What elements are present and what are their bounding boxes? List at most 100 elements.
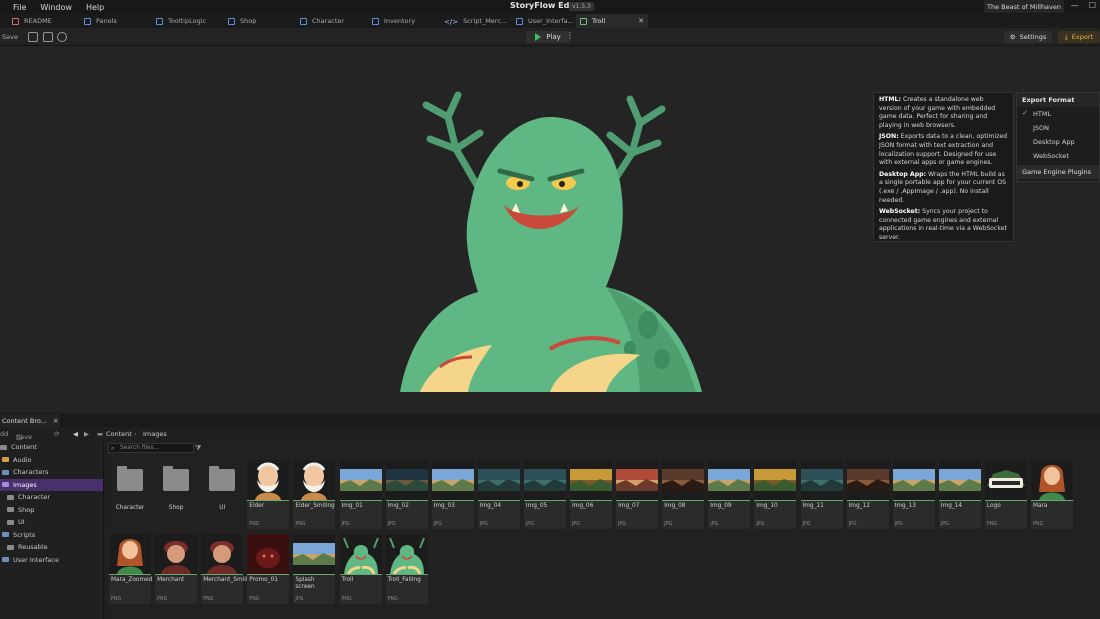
asset-tile[interactable]: Splash screen JPG [293,534,336,604]
tree-item-scripts[interactable]: Scripts [0,529,103,542]
asset-extension: PNG [249,597,260,602]
save-button[interactable]: Save [2,33,18,41]
asset-tile[interactable]: Logo PNG [984,460,1027,529]
back-icon[interactable]: ◀ [73,430,78,438]
editor-tab-bar: README Panels TooltipLogic Shop Characte… [0,14,1100,28]
tree-item-reusable[interactable]: Reusable [0,541,103,554]
asset-type-bar [570,500,612,501]
more-options-icon[interactable]: ⋮ [566,31,574,40]
folder-icon [2,557,9,563]
asset-tile[interactable]: Img_04 JPG [477,460,520,529]
asset-tile[interactable]: Img_12 JPG [846,460,889,529]
asset-tile[interactable]: Img_06 JPG [570,460,612,529]
export-button[interactable]: ⤓ Export [1058,31,1100,43]
tab-inventory[interactable]: Inventory [360,14,432,28]
menu-file[interactable]: File [6,3,33,12]
code-icon: </> [444,17,459,26]
asset-tile[interactable]: Img_05 JPG [523,460,566,529]
menu-window[interactable]: Window [33,3,79,12]
add-button[interactable]: dd [0,430,8,438]
export-option-desktop-app[interactable]: Desktop App [1017,135,1099,149]
menu-help[interactable]: Help [79,3,111,12]
asset-type-bar [385,574,428,575]
refresh-icon[interactable]: ⟳ [54,430,59,438]
tab-user-interface[interactable]: User_Interfa... [504,14,576,28]
tab-readme[interactable]: README [0,14,72,28]
asset-tile[interactable]: Merchant PNG [155,534,198,604]
tree-item-shop[interactable]: Shop [0,504,103,517]
tree-item-images[interactable]: Images [0,478,103,491]
tree-item-characters[interactable]: Characters [0,466,103,479]
asset-tile[interactable]: Img_11 JPG [800,460,843,529]
tree-item-content[interactable]: Content [0,441,103,454]
asset-type-bar [523,500,566,501]
breadcrumb-content[interactable]: Content [106,430,132,438]
tab-shop[interactable]: Shop [216,14,288,28]
asset-type-bar [247,574,290,575]
tab-panels[interactable]: Panels [72,14,144,28]
content-browser-tab[interactable]: Content Bro... ✕ [0,414,61,427]
close-icon[interactable]: ✕ [638,17,644,25]
folder-item[interactable]: Shop [155,460,197,526]
close-icon[interactable]: ✕ [53,417,58,425]
asset-tile[interactable]: Img_03 JPG [431,460,474,529]
minimize-icon[interactable]: — [1071,1,1079,10]
tree-item-ui[interactable]: UI [0,516,103,529]
tree-item-audio[interactable]: Audio [0,454,103,467]
asset-tile[interactable]: Img_02 JPG [385,460,428,529]
tree-item-user-interface[interactable]: User Interface [0,554,103,567]
asset-extension: JPG [525,522,534,527]
file-icon[interactable] [28,32,38,42]
asset-tile[interactable]: Img_09 JPG [708,460,751,529]
forward-icon[interactable]: ▶ [84,430,89,438]
tab-script-merchant[interactable]: </> Script_Merc... [432,14,507,28]
asset-tile[interactable]: Troll PNG [339,534,382,604]
asset-tile[interactable]: Mara PNG [1031,460,1073,529]
game-engine-plugins-item[interactable]: Game Engine Plugins [1017,165,1099,179]
asset-thumbnail [892,460,935,500]
asset-tile[interactable]: Img_14 JPG [938,460,981,529]
asset-extension: JPG [940,522,949,527]
play-button[interactable]: Play [526,31,570,43]
settings-button[interactable]: ⚙ Settings [1004,31,1052,43]
tab-tooltiplogic[interactable]: TooltipLogic [144,14,216,28]
breadcrumb-images[interactable]: Images [143,430,167,438]
asset-thumbnail [800,460,843,500]
filter-icon[interactable]: ⧩ [195,444,201,453]
asset-tile[interactable]: Img_13 JPG [892,460,935,529]
folder-icon [2,457,9,463]
export-option-html[interactable]: ✓ HTML [1017,107,1099,121]
export-option-json[interactable]: JSON [1017,121,1099,135]
asset-tile[interactable]: Elder PNG [247,460,290,529]
zoom-icon[interactable] [57,32,67,42]
asset-tile[interactable]: Promo_01 PNG [247,534,290,604]
tree-item-character[interactable]: Character [0,491,103,504]
board-icon [228,17,235,25]
asset-tile[interactable]: Troll_Falling PNG [385,534,428,604]
asset-name: Logo [986,503,1001,509]
folder-item[interactable]: Character [109,460,151,526]
tab-character[interactable]: Character [288,14,360,28]
asset-type-bar [477,500,520,501]
folder-item[interactable]: UI [201,460,243,526]
asset-tile[interactable]: Img_08 JPG [662,460,705,529]
board-icon [372,17,379,25]
tab-troll[interactable]: Troll ✕ [576,14,648,28]
export-option-websocket[interactable]: WebSocket [1017,149,1099,163]
maximize-icon[interactable]: ☐ [1089,1,1096,10]
project-name[interactable]: The Beast of Millhaven [984,0,1064,13]
asset-tile[interactable]: Mara_Zoomed PNG [109,534,152,604]
gear-icon: ⚙ [1009,33,1016,41]
asset-tile[interactable]: Img_07 JPG [616,460,659,529]
export-format-menu: Export Format ✓ HTML JSON Desktop App Web… [1016,92,1100,182]
asset-tile[interactable]: Img_10 JPG [754,460,797,529]
asset-tile[interactable]: Img_01 JPG [339,460,382,529]
asset-tile[interactable]: Merchant_Smiling PNG [201,534,255,604]
asset-thumbnail [616,460,659,500]
fit-view-icon[interactable] [43,32,53,42]
asset-tile[interactable]: Elder_Smiling PNG [293,460,336,529]
asset-name: Merchant [157,577,185,583]
search-input[interactable]: ⌕ Search files... [108,443,194,453]
asset-extension: JPG [433,522,442,527]
asset-name: Img_05 [525,503,548,509]
